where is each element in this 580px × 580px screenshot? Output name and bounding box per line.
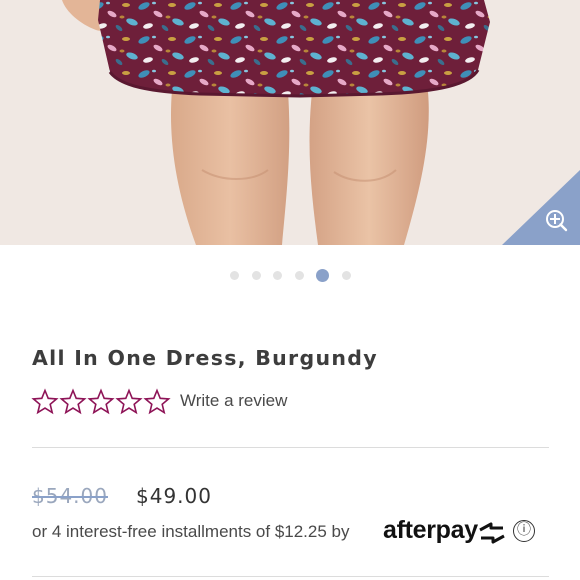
- zoom-in-icon[interactable]: [502, 170, 580, 245]
- product-photo: [0, 0, 580, 245]
- afterpay-arrows-icon: [479, 522, 505, 544]
- carousel-dot[interactable]: [252, 271, 261, 280]
- original-price: $54.00: [32, 484, 108, 508]
- star-outline-icon: [59, 388, 87, 415]
- carousel-dot[interactable]: [230, 271, 239, 280]
- divider: [32, 447, 549, 448]
- afterpay-logo[interactable]: afterpay: [383, 516, 478, 545]
- carousel-dot[interactable]: [273, 271, 282, 280]
- carousel-pagination: [0, 269, 580, 283]
- star-outline-icon: [87, 388, 115, 415]
- write-review-link[interactable]: Write a review: [180, 391, 287, 411]
- rating-stars[interactable]: [31, 388, 171, 416]
- carousel-dot[interactable]: [295, 271, 304, 280]
- carousel-dot[interactable]: [342, 271, 351, 280]
- sale-price: $49.00: [136, 484, 212, 508]
- star-outline-icon: [143, 388, 171, 415]
- info-icon[interactable]: ⓘ: [513, 520, 535, 542]
- product-image[interactable]: [0, 0, 580, 245]
- star-outline-icon: [115, 388, 143, 415]
- divider: [32, 576, 549, 577]
- installments-text: or 4 interest-free installments of $12.2…: [32, 522, 350, 541]
- product-title: All In One Dress, Burgundy: [32, 346, 378, 370]
- star-outline-icon: [31, 388, 59, 415]
- carousel-dot-active[interactable]: [316, 269, 329, 282]
